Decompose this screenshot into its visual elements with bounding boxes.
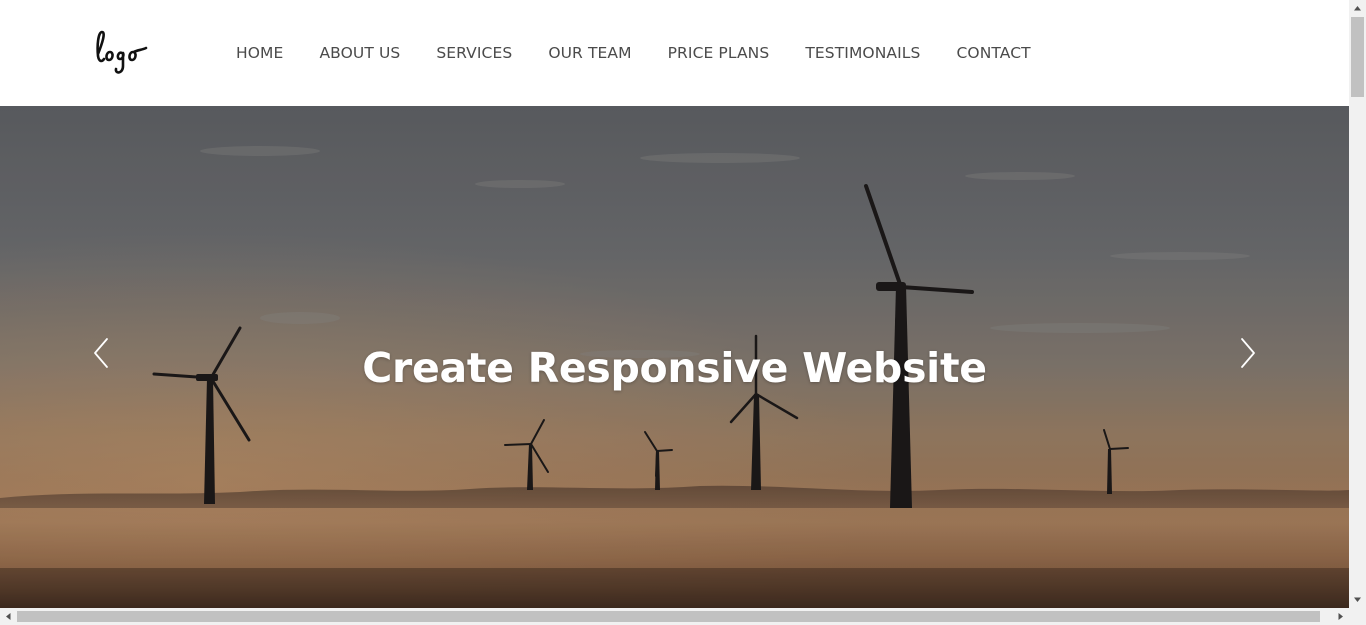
chevron-left-icon bbox=[94, 338, 108, 368]
caret-up-icon bbox=[1354, 6, 1361, 11]
carousel-prev-button[interactable] bbox=[90, 336, 114, 370]
carousel-next-button[interactable] bbox=[1235, 336, 1259, 370]
nav-home[interactable]: HOME bbox=[236, 43, 283, 63]
caret-left-icon bbox=[6, 613, 11, 620]
scroll-left-button[interactable] bbox=[0, 608, 17, 625]
chevron-right-icon bbox=[1241, 338, 1255, 368]
vertical-scroll-thumb[interactable] bbox=[1351, 17, 1364, 97]
hero-title: Create Responsive Website bbox=[362, 344, 987, 392]
nav-price-plans[interactable]: PRICE PLANS bbox=[668, 43, 770, 63]
hero-carousel: Create Responsive Website bbox=[0, 106, 1349, 608]
horizontal-scrollbar[interactable] bbox=[0, 608, 1349, 625]
nav-about-us[interactable]: ABOUT US bbox=[319, 43, 400, 63]
main-nav: HOME ABOUT US SERVICES OUR TEAM PRICE PL… bbox=[236, 43, 1031, 63]
nav-services[interactable]: SERVICES bbox=[436, 43, 512, 63]
scroll-down-button[interactable] bbox=[1349, 591, 1366, 608]
nav-our-team[interactable]: OUR TEAM bbox=[548, 43, 631, 63]
scrollbar-corner bbox=[1349, 608, 1366, 625]
logo-wordmark-icon bbox=[96, 30, 148, 74]
page-viewport: HOME ABOUT US SERVICES OUR TEAM PRICE PL… bbox=[0, 0, 1349, 608]
nav-contact[interactable]: CONTACT bbox=[956, 43, 1030, 63]
site-logo[interactable] bbox=[92, 26, 152, 78]
caret-right-icon bbox=[1338, 613, 1343, 620]
nav-testimonails[interactable]: TESTIMONAILS bbox=[805, 43, 920, 63]
vertical-scrollbar[interactable] bbox=[1349, 0, 1366, 608]
site-header: HOME ABOUT US SERVICES OUR TEAM PRICE PL… bbox=[0, 0, 1349, 106]
scroll-right-button[interactable] bbox=[1332, 608, 1349, 625]
caret-down-icon bbox=[1354, 597, 1361, 602]
scroll-up-button[interactable] bbox=[1349, 0, 1366, 17]
horizontal-scroll-thumb[interactable] bbox=[17, 611, 1320, 622]
